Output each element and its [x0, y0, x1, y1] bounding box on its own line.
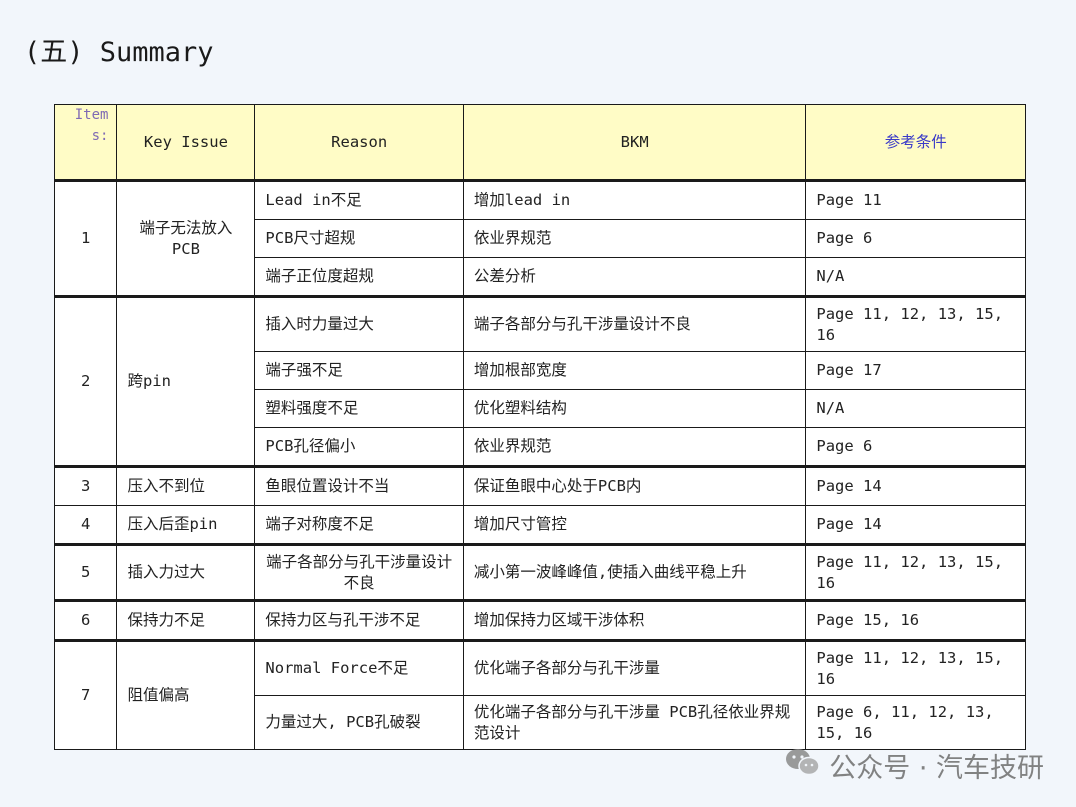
table-row: 2 跨pin 插入时力量过大 端子各部分与孔干涉量设计不良 Page 11, 1…: [53, 296, 1026, 468]
ref-cell: Page 6: [805, 219, 1026, 258]
key-issue: 跨pin: [116, 296, 256, 468]
reason-cell: Lead in不足: [254, 180, 464, 220]
ref-cell: Page 14: [805, 505, 1026, 546]
ref-cell: Page 11: [805, 180, 1026, 220]
item-number: 7: [53, 640, 118, 750]
ref-cell: N/A: [805, 257, 1026, 298]
table-row: 7 阻值偏高 Normal Force不足 优化端子各部分与孔干涉量 Page …: [53, 640, 1026, 750]
table-row: 5 插入力过大 端子各部分与孔干涉量设计不良 减小第一波峰峰值,使插入曲线平稳上…: [53, 544, 1026, 602]
ref-cell: Page 15, 16: [805, 600, 1026, 642]
item-number: 4: [53, 505, 118, 546]
header-item: Items:: [53, 104, 118, 181]
header-ref: 参考条件: [805, 104, 1026, 181]
ref-cell: Page 11, 12, 13, 15, 16: [805, 544, 1026, 602]
key-issue: 压入不到位: [116, 466, 256, 506]
ref-cell: Page 11, 12, 13, 15, 16: [805, 640, 1026, 696]
bkm-cell: 优化端子各部分与孔干涉量 PCB孔径依业界规范设计: [462, 695, 807, 750]
bkm-cell: 公差分析: [462, 257, 807, 298]
summary-table: Items: Key Issue Reason BKM 参考条件 1 端子无法放…: [53, 104, 1026, 750]
bkm-cell: 增加尺寸管控: [462, 505, 807, 546]
ref-cell: Page 6: [805, 427, 1026, 468]
bkm-cell: 依业界规范: [462, 427, 807, 468]
bkm-cell: 增加保持力区域干涉体积: [462, 600, 807, 642]
item-number: 5: [53, 544, 118, 602]
key-issue: 保持力不足: [116, 600, 256, 642]
header-reason: Reason: [254, 104, 464, 181]
ref-cell: Page 14: [805, 466, 1026, 506]
ref-cell: N/A: [805, 389, 1026, 428]
bkm-cell: 端子各部分与孔干涉量设计不良: [462, 296, 807, 352]
reason-cell: PCB孔径偏小: [254, 427, 464, 468]
key-issue: 插入力过大: [116, 544, 256, 602]
reason-cell: PCB尺寸超规: [254, 219, 464, 258]
table-header-row: Items: Key Issue Reason BKM 参考条件: [53, 104, 1026, 181]
ref-cell: Page 11, 12, 13, 15, 16: [805, 296, 1026, 352]
reason-cell: 端子各部分与孔干涉量设计不良: [254, 544, 464, 602]
reason-cell: 端子正位度超规: [254, 257, 464, 298]
reason-cell: 端子对称度不足: [254, 505, 464, 546]
ref-cell: Page 6, 11, 12, 13, 15, 16: [805, 695, 1026, 750]
key-issue: 压入后歪pin: [116, 505, 256, 546]
header-key-issue: Key Issue: [116, 104, 256, 181]
table-row: 6 保持力不足 保持力区与孔干涉不足 增加保持力区域干涉体积 Page 15, …: [53, 600, 1026, 642]
bkm-cell: 保证鱼眼中心处于PCB内: [462, 466, 807, 506]
item-number: 6: [53, 600, 118, 642]
header-bkm: BKM: [462, 104, 807, 181]
reason-cell: 插入时力量过大: [254, 296, 464, 352]
table-row: 3 压入不到位 鱼眼位置设计不当 保证鱼眼中心处于PCB内 Page 14: [53, 466, 1026, 506]
reason-cell: 保持力区与孔干涉不足: [254, 600, 464, 642]
reason-cell: 鱼眼位置设计不当: [254, 466, 464, 506]
watermark: 公众号 · 汽车技研: [785, 746, 1044, 785]
ref-cell: Page 17: [805, 351, 1026, 390]
bkm-cell: 增加根部宽度: [462, 351, 807, 390]
reason-cell: 力量过大, PCB孔破裂: [254, 695, 464, 750]
bkm-cell: 优化端子各部分与孔干涉量: [462, 640, 807, 696]
key-issue: 端子无法放入PCB: [116, 180, 256, 298]
bkm-cell: 依业界规范: [462, 219, 807, 258]
reason-cell: 塑料强度不足: [254, 389, 464, 428]
reason-cell: Normal Force不足: [254, 640, 464, 696]
item-number: 1: [53, 180, 118, 298]
table-row: 1 端子无法放入PCB Lead in不足 增加lead in Page 11: [53, 180, 1026, 298]
bkm-cell: 优化塑料结构: [462, 389, 807, 428]
key-issue: 阻值偏高: [116, 640, 256, 750]
reason-cell: 端子强不足: [254, 351, 464, 390]
wechat-icon: [785, 747, 821, 784]
table-row: 4 压入后歪pin 端子对称度不足 增加尺寸管控 Page 14: [53, 505, 1026, 546]
page-title: (五) Summary: [24, 37, 214, 68]
item-number: 2: [53, 296, 118, 468]
bkm-cell: 减小第一波峰峰值,使插入曲线平稳上升: [462, 544, 807, 602]
item-number: 3: [53, 466, 118, 506]
bkm-cell: 增加lead in: [462, 180, 807, 220]
watermark-text: 公众号 · 汽车技研: [829, 753, 1044, 784]
